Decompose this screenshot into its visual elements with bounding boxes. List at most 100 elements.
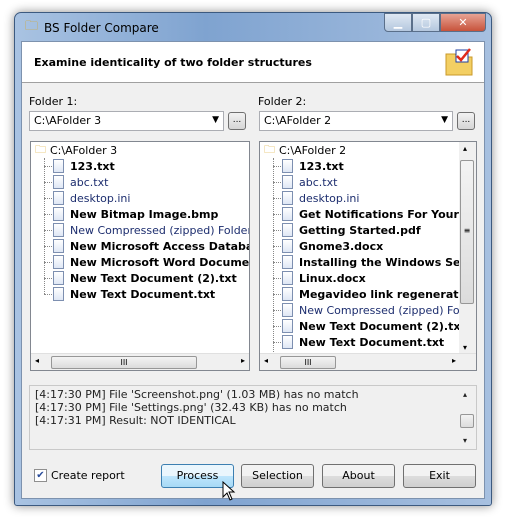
file-icon [53, 159, 64, 173]
file-icon [282, 207, 293, 221]
file-item[interactable]: Megavideo link regenerator [260, 286, 476, 302]
file-name: desktop.ini [70, 191, 131, 205]
folder2-tree[interactable]: 🗀 C:\AFolder 2 123.txt abc.txt desktop.ini G… [259, 141, 477, 371]
file-item[interactable]: New Compressed (zipped) Folder.zip [31, 222, 249, 238]
minimize-button[interactable]: ▁ [384, 13, 412, 32]
file-item[interactable]: New Text Document (2).txt [31, 270, 249, 286]
app-folder-check-icon: 🗀 [25, 19, 39, 34]
file-icon [282, 335, 293, 349]
scroll-up-icon[interactable]: ▴ [463, 388, 467, 401]
scroll-right-icon[interactable]: ▸ [241, 356, 245, 365]
file-name: abc.txt [299, 175, 338, 189]
file-name: Linux.docx [299, 271, 366, 285]
file-icon [282, 303, 293, 317]
file-icon [282, 271, 293, 285]
file-icon [282, 239, 293, 253]
file-item[interactable]: New Text Document.txt [260, 334, 476, 350]
file-item[interactable]: desktop.ini [31, 190, 249, 206]
horizontal-scrollbar[interactable]: ◂ III ▸ [31, 353, 249, 370]
folder1-browse-button[interactable]: ... [228, 112, 246, 130]
folder2-label: Folder 2: [258, 95, 307, 108]
file-item[interactable]: Installing the Windows Server [260, 254, 476, 270]
scroll-down-icon[interactable]: ▾ [463, 434, 467, 447]
file-icon [282, 287, 293, 301]
file-item[interactable]: 123.txt [31, 158, 249, 174]
tree-root[interactable]: 🗀 C:\AFolder 2 [260, 142, 476, 158]
mouse-cursor-icon [222, 481, 236, 501]
file-icon [53, 239, 64, 253]
file-name: Get Notifications For Your Gmail [299, 207, 476, 221]
scroll-thumb[interactable]: ≡ [460, 160, 474, 304]
file-item[interactable]: 123.txt [260, 158, 476, 174]
file-item[interactable]: New Microsoft Word Document [31, 254, 249, 270]
selection-button[interactable]: Selection [241, 464, 314, 488]
file-icon [53, 255, 64, 269]
file-item[interactable]: desktop.ini [260, 190, 476, 206]
folder1-combo[interactable]: C:\AFolder 3 ▼ [29, 111, 224, 131]
file-icon [53, 191, 64, 205]
file-name: New Bitmap Image.bmp [70, 207, 219, 221]
exit-button[interactable]: Exit [403, 464, 476, 488]
scroll-left-icon[interactable]: ◂ [264, 356, 268, 365]
file-icon [53, 223, 64, 237]
close-button[interactable]: ✕ [440, 13, 486, 32]
scroll-left-icon[interactable]: ◂ [35, 356, 39, 365]
tree-root[interactable]: 🗀 C:\AFolder 3 [31, 142, 249, 158]
file-item[interactable]: New Text Document (2).txt [260, 318, 476, 334]
folder2-combo[interactable]: C:\AFolder 2 ▼ [259, 111, 453, 131]
scroll-thumb[interactable]: III [51, 356, 197, 369]
file-icon [282, 159, 293, 173]
root-label: C:\AFolder 2 [279, 143, 347, 157]
file-item[interactable]: Get Notifications For Your Gmail [260, 206, 476, 222]
header-text: Examine identicality of two folder struc… [34, 56, 312, 69]
log-output[interactable]: ▴ ▾ [4:17:30 PM] File 'Screenshot.png' (… [29, 385, 477, 450]
create-report-checkbox[interactable]: ✔ [34, 469, 47, 482]
file-name: New Text Document.txt [70, 287, 216, 301]
file-item[interactable]: New Bitmap Image.bmp [31, 206, 249, 222]
client-area: Examine identicality of two folder struc… [21, 41, 485, 499]
about-button[interactable]: About [322, 464, 395, 488]
folder-icon: 🗀 [35, 142, 46, 156]
log-line: [4:17:31 PM] Result: NOT IDENTICAL [35, 414, 236, 427]
scroll-thumb[interactable]: III [280, 356, 336, 369]
scroll-up-icon[interactable]: ▴ [463, 144, 467, 153]
scroll-right-icon[interactable]: ▸ [452, 356, 456, 365]
folder2-value: C:\AFolder 2 [264, 114, 332, 127]
file-name: Getting Started.pdf [299, 223, 421, 237]
file-item[interactable]: Gnome3.docx [260, 238, 476, 254]
file-item[interactable]: New Microsoft Access Database [31, 238, 249, 254]
file-item[interactable]: abc.txt [31, 174, 249, 190]
vertical-scrollbar[interactable]: ▴ ≡ ▾ [459, 142, 476, 354]
folder1-value: C:\AFolder 3 [34, 114, 102, 127]
file-name: abc.txt [70, 175, 109, 189]
folder2-browse-button[interactable]: ... [457, 112, 475, 130]
scroll-down-icon[interactable]: ▾ [463, 343, 467, 352]
folder-check-icon [445, 48, 473, 76]
file-name: New Compressed (zipped) Folder [299, 303, 477, 317]
file-item[interactable]: Getting Started.pdf [260, 222, 476, 238]
window-title: BS Folder Compare [44, 21, 159, 35]
file-name: New Microsoft Access Database [70, 239, 250, 253]
folder1-tree[interactable]: 🗀 C:\AFolder 3 123.txt abc.txt desktop.ini N… [30, 141, 250, 371]
file-name: New Text Document (2).txt [70, 271, 237, 285]
file-name: Installing the Windows Server [299, 255, 477, 269]
file-item[interactable]: abc.txt [260, 174, 476, 190]
file-name: 123.txt [299, 159, 344, 173]
scroll-thumb[interactable] [460, 414, 474, 428]
log-line: [4:17:30 PM] File 'Settings.png' (32.43 … [35, 401, 347, 414]
create-report-label[interactable]: Create report [51, 469, 125, 482]
file-item[interactable]: New Compressed (zipped) Folder [260, 302, 476, 318]
file-name: New Text Document (2).txt [299, 319, 466, 333]
file-icon [53, 287, 64, 301]
file-item[interactable]: New Text Document.txt [31, 286, 249, 302]
file-name: New Compressed (zipped) Folder.zip [70, 223, 249, 237]
maximize-button[interactable]: ▢ [412, 13, 440, 32]
file-item[interactable]: Linux.docx [260, 270, 476, 286]
root-label: C:\AFolder 3 [50, 143, 118, 157]
header-banner: Examine identicality of two folder struc… [22, 42, 484, 83]
file-name: New Microsoft Word Document [70, 255, 250, 269]
file-icon [53, 207, 64, 221]
file-icon [282, 255, 293, 269]
horizontal-scrollbar[interactable]: ◂ III ▸ [260, 353, 476, 370]
log-scrollbar[interactable]: ▴ ▾ [459, 386, 476, 449]
